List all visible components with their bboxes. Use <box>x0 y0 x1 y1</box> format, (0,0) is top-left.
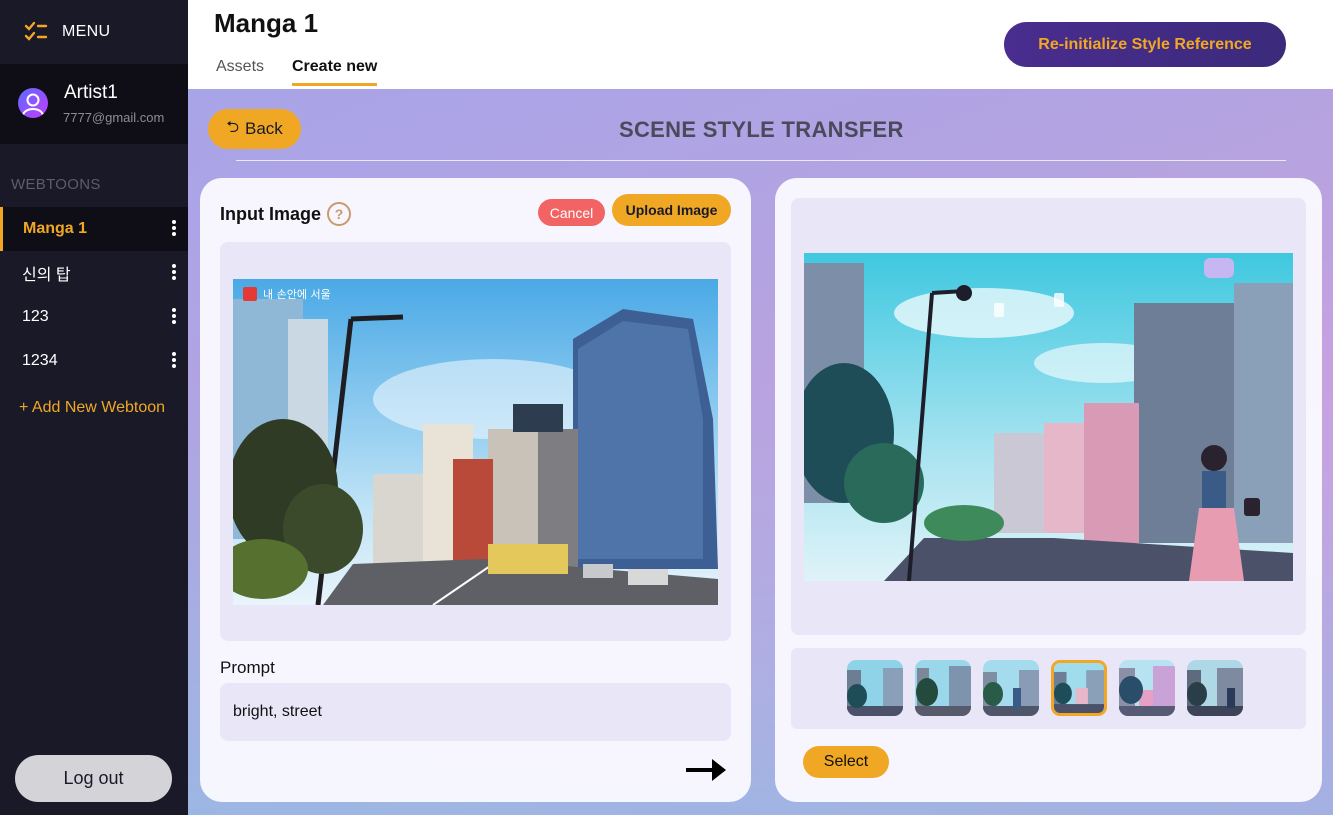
user-name: Artist1 <box>64 82 118 103</box>
sidebar-item-tower-of-god[interactable]: 신의 탑 <box>0 251 188 295</box>
header: Manga 1 Assets Create new Re-initialize … <box>188 0 1333 89</box>
select-button[interactable]: Select <box>803 746 889 778</box>
more-options-icon[interactable] <box>170 308 178 326</box>
sidebar-item-label: 123 <box>22 308 49 325</box>
variation-thumbnail-2[interactable] <box>915 660 971 716</box>
back-arrow-icon: ⮌ <box>226 118 240 136</box>
input-image: 내 손안에 서울 <box>233 279 718 605</box>
more-options-icon[interactable] <box>170 352 178 370</box>
help-icon[interactable]: ? <box>327 202 351 226</box>
user-icon <box>22 93 44 116</box>
sidebar-item-label: 1234 <box>22 352 58 369</box>
more-options-icon[interactable] <box>170 264 178 282</box>
user-email: 7777@gmail.com <box>63 110 165 125</box>
output-panel: Select <box>775 178 1322 802</box>
input-image-frame: 내 손안에 서울 <box>220 242 731 641</box>
tab-create-new[interactable]: Create new <box>292 58 378 86</box>
image-watermark: 내 손안에 서울 <box>263 288 331 301</box>
sidebar-item-label: 신의 탑 <box>22 267 71 284</box>
input-image-label: Input Image <box>220 204 322 224</box>
variation-thumbnail-1[interactable] <box>847 660 903 716</box>
divider <box>236 160 1286 161</box>
variation-thumbnail-6[interactable] <box>1187 660 1243 716</box>
main-content: ⮌ Back SCENE STYLE TRANSFER Input Image … <box>188 89 1333 815</box>
avatar <box>18 88 48 118</box>
user-profile: Artist1 7777@gmail.com <box>0 64 188 144</box>
upload-image-button[interactable]: Upload Image <box>612 194 731 226</box>
section-title-webtoons: WEBTOONS <box>11 176 101 193</box>
page-title: Manga 1 <box>214 8 319 38</box>
prompt-label: Prompt <box>220 658 275 677</box>
sidebar-item-123[interactable]: 123 <box>0 295 188 339</box>
menu-checklist-icon <box>24 21 48 41</box>
logout-button[interactable]: Log out <box>15 755 172 802</box>
menu-label: MENU <box>62 23 111 40</box>
prompt-input[interactable]: bright, street <box>220 683 731 741</box>
menu-toggle[interactable]: MENU <box>0 0 188 64</box>
sidebar-item-1234[interactable]: 1234 <box>0 339 188 383</box>
sidebar-item-manga-1[interactable]: Manga 1 <box>0 207 188 251</box>
add-webtoon-link[interactable]: + Add New Webtoon <box>19 399 165 417</box>
back-button[interactable]: ⮌ Back <box>208 109 301 149</box>
tab-assets[interactable]: Assets <box>216 58 264 84</box>
cancel-button[interactable]: Cancel <box>538 199 605 226</box>
generate-arrow-icon[interactable] <box>684 756 728 784</box>
variation-thumbnails <box>791 648 1306 729</box>
reinitialize-style-button[interactable]: Re-initialize Style Reference <box>1004 22 1286 67</box>
back-label: Back <box>245 119 283 138</box>
output-image <box>804 253 1293 581</box>
scene-title: SCENE STYLE TRANSFER <box>619 117 904 142</box>
variation-thumbnail-3[interactable] <box>983 660 1039 716</box>
sidebar-item-label: Manga 1 <box>23 220 88 237</box>
variation-thumbnail-4[interactable] <box>1051 660 1107 716</box>
output-image-frame <box>791 198 1306 635</box>
more-options-icon[interactable] <box>170 220 178 238</box>
input-panel: Input Image ? Cancel Upload Image 내 손안에 … <box>200 178 751 802</box>
variation-thumbnail-5[interactable] <box>1119 660 1175 716</box>
sidebar: MENU Artist1 7777@gmail.com WEBTOONS Man… <box>0 0 188 815</box>
